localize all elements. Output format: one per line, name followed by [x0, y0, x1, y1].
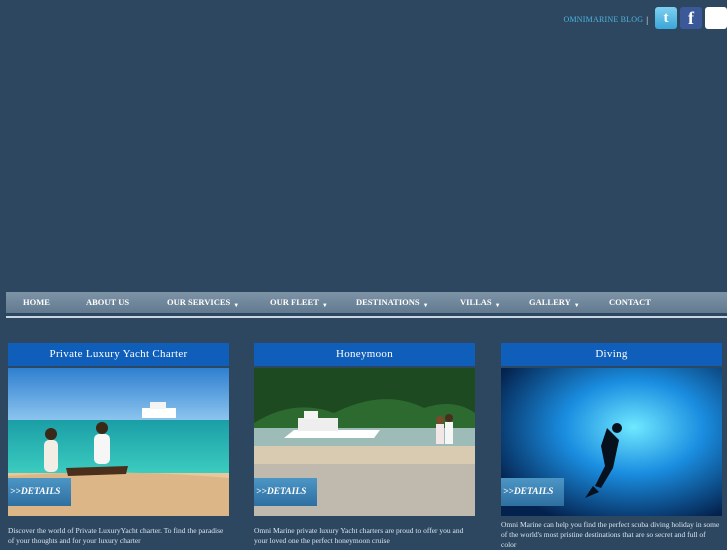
nav-about-us[interactable]: ABOUT US [86, 297, 129, 307]
details-button[interactable]: >>DETAILS [8, 478, 71, 506]
caret-down-icon: ▼ [494, 303, 501, 309]
card-title[interactable]: Diving [501, 343, 722, 366]
nav-label: DESTINATIONS [356, 297, 420, 307]
caret-down-icon: ▼ [573, 303, 580, 309]
nav-destinations[interactable]: DESTINATIONS ▼ [356, 297, 429, 309]
nav-label: CONTACT [609, 297, 651, 307]
caret-down-icon: ▼ [422, 303, 429, 309]
card-description: Omni Marine can help you find the perfec… [501, 520, 720, 549]
twitter-icon[interactable]: t [655, 7, 677, 29]
caret-down-icon: ▼ [321, 303, 328, 309]
nav-label: VILLAS [460, 297, 492, 307]
card-description: Omni Marine private luxury Yacht charter… [254, 526, 464, 545]
blog-link[interactable]: OMNIMARINE BLOG [564, 15, 644, 24]
caret-down-icon: ▼ [233, 303, 240, 309]
nav-label: HOME [23, 297, 50, 307]
card-yacht-charter: Private Luxury Yacht Charter >>DETAILS D… [8, 343, 229, 546]
honeymoon-image[interactable]: >>DETAILS [254, 368, 475, 516]
nav-home[interactable]: HOME [23, 297, 50, 307]
main-nav: HOME ABOUT US OUR SERVICES ▼ OUR FLEET ▼ D… [6, 292, 727, 313]
nav-villas[interactable]: VILLAS ▼ [460, 297, 501, 309]
nav-label: OUR FLEET [270, 297, 319, 307]
card-title[interactable]: Private Luxury Yacht Charter [8, 343, 229, 366]
header-links: OMNIMARINE BLOG | t f [564, 6, 727, 30]
card-honeymoon: Honeymoon >>DETAILS Omni Marine private … [254, 343, 475, 546]
card-diving: Diving >>DETAILS Omni Marine can help yo… [501, 343, 722, 550]
separator: | [646, 14, 648, 25]
nav-our-services[interactable]: OUR SERVICES ▼ [167, 297, 240, 309]
diving-image[interactable]: >>DETAILS [501, 368, 722, 516]
yacht-charter-image[interactable]: >>DETAILS [8, 368, 229, 516]
nav-label: GALLERY [529, 297, 571, 307]
nav-contact[interactable]: CONTACT [609, 297, 651, 307]
nav-label: ABOUT US [86, 297, 130, 307]
details-button[interactable]: >>DETAILS [254, 478, 317, 506]
details-button[interactable]: >>DETAILS [501, 478, 564, 506]
nav-label: OUR SERVICES [167, 297, 231, 307]
card-description: Discover the world of Private LuxuryYach… [8, 526, 224, 545]
card-title[interactable]: Honeymoon [254, 343, 475, 366]
facebook-icon[interactable]: f [680, 7, 702, 29]
nav-gallery[interactable]: GALLERY ▼ [529, 297, 580, 309]
nav-our-fleet[interactable]: OUR FLEET ▼ [270, 297, 328, 309]
nav-divider [6, 316, 727, 318]
qr-code-icon[interactable] [705, 7, 727, 29]
